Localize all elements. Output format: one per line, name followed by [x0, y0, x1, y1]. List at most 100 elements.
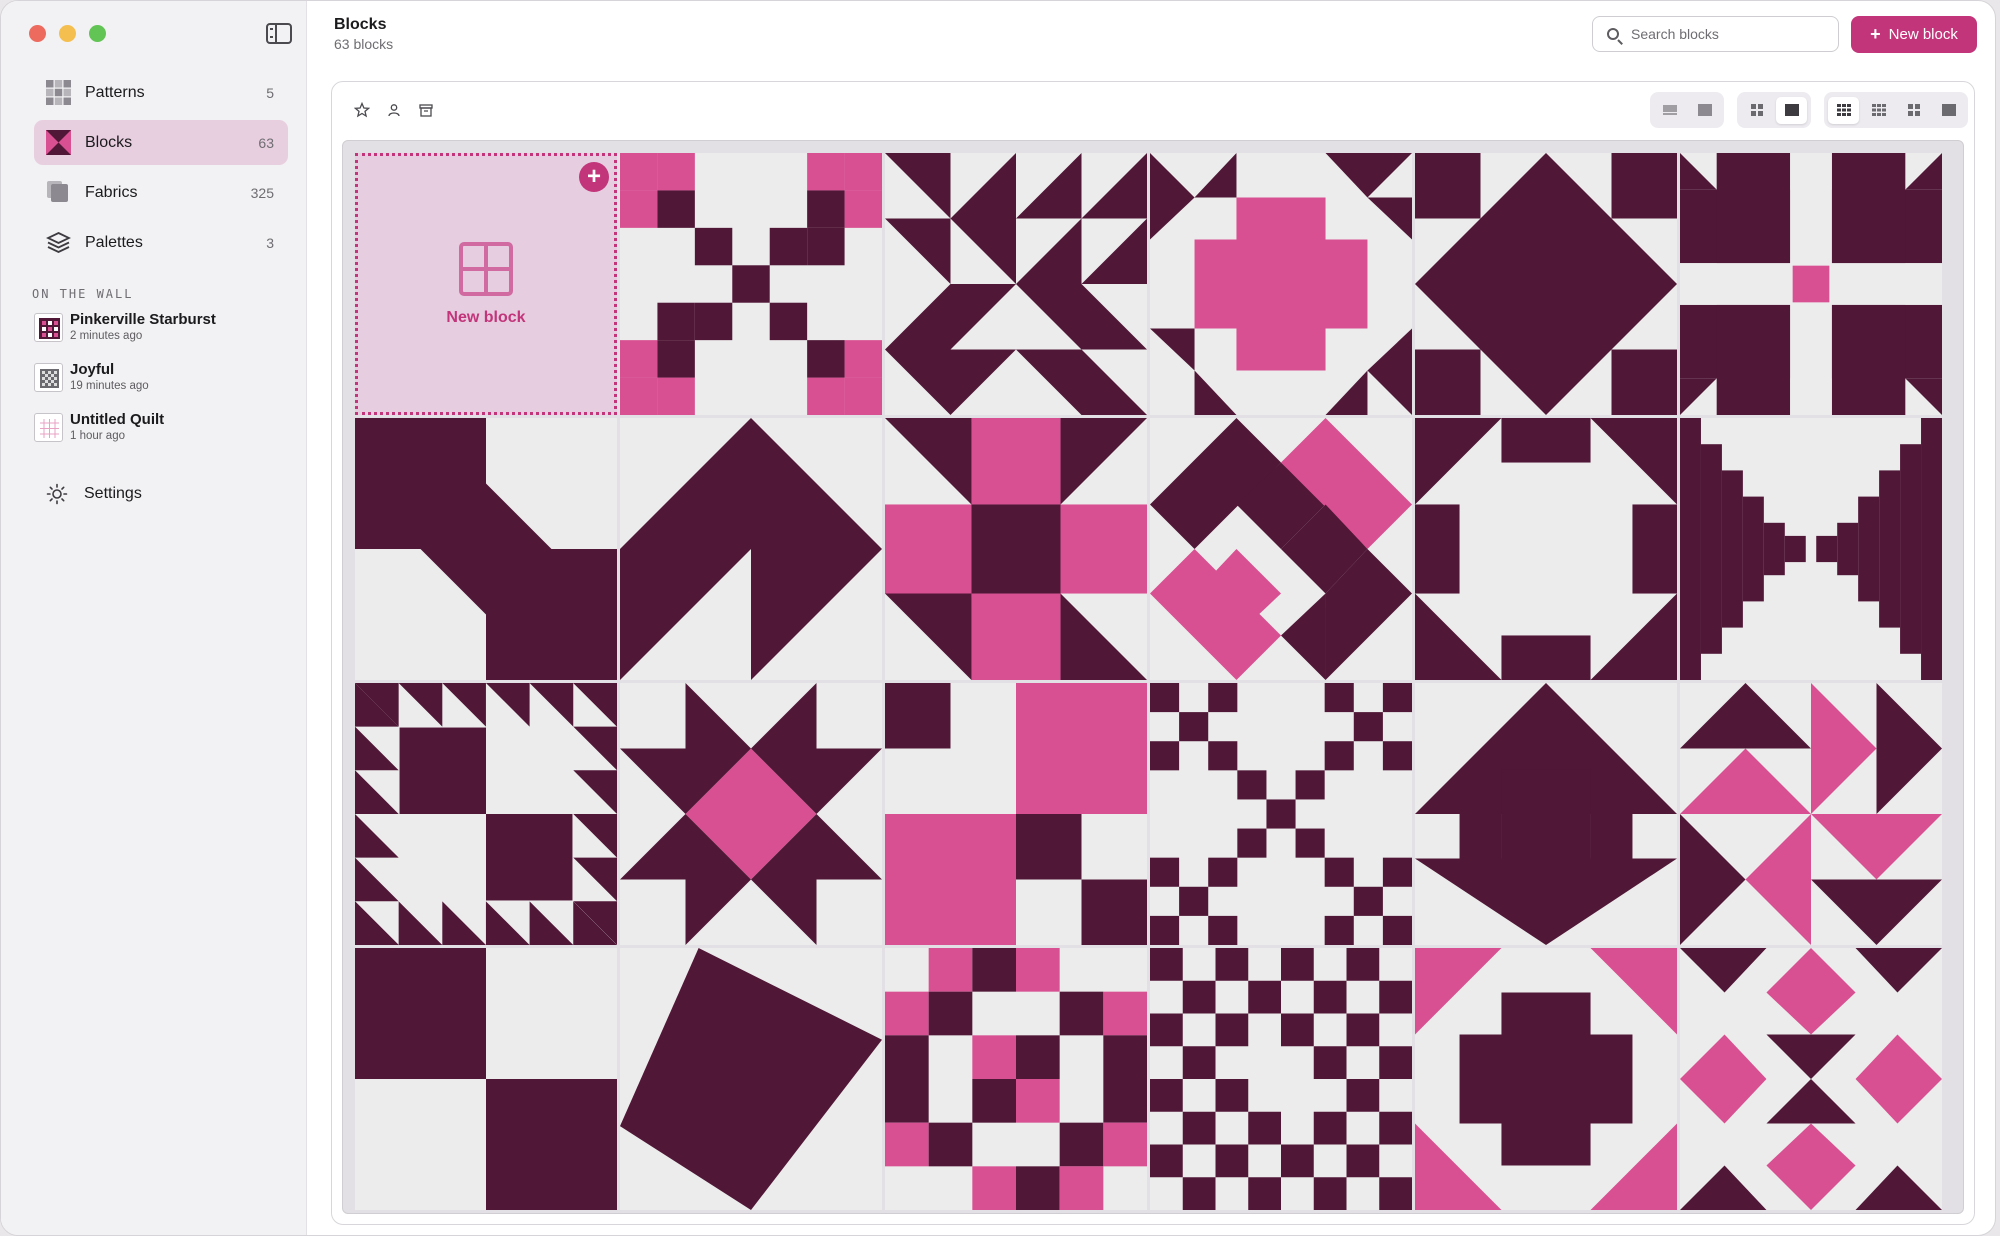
sidebar-item-count: 3	[266, 234, 274, 251]
block-pattern	[1680, 418, 1942, 680]
block-pattern	[1415, 683, 1677, 945]
block-tile-big-four-patch[interactable]	[355, 948, 617, 1210]
block-tile-pink-cross[interactable]	[1150, 153, 1412, 415]
sidebar-item-fabrics[interactable]: Fabrics 325	[34, 170, 288, 215]
block-pattern	[885, 683, 1147, 945]
quilt-thumbnail	[34, 363, 63, 392]
block-tile-pinwheel-triangles[interactable]	[1680, 683, 1942, 945]
columns-4-button[interactable]	[1898, 97, 1929, 124]
blocks-panel: New block +	[331, 81, 1975, 1225]
column-count-toggle	[1824, 92, 1968, 128]
gear-icon	[46, 483, 68, 505]
block-pattern	[885, 418, 1147, 680]
block-tile-pink-checker[interactable]	[885, 948, 1147, 1210]
columns-1-button[interactable]	[1933, 97, 1964, 124]
archive-icon[interactable]	[418, 102, 434, 118]
block-tile-woven-star[interactable]	[1150, 948, 1412, 1210]
block-pattern	[355, 683, 617, 945]
person-icon[interactable]	[386, 102, 402, 118]
blocks-grid-container: New block +	[342, 140, 1964, 1214]
new-block-tile-label: New block	[446, 309, 526, 326]
sidebar-item-blocks[interactable]: Blocks 63	[34, 120, 288, 165]
quilt-thumbnail	[34, 413, 63, 442]
sidebar-item-patterns[interactable]: Patterns 5	[34, 70, 288, 115]
columns-5-button[interactable]	[1863, 97, 1894, 124]
block-pattern	[1150, 683, 1412, 945]
grid-four-button[interactable]	[1741, 97, 1772, 124]
block-pattern	[355, 418, 617, 680]
block-tile-nine-patch-chain[interactable]	[1150, 683, 1412, 945]
block-tile-arrow-cross[interactable]	[1415, 683, 1677, 945]
block-pattern	[1415, 153, 1677, 415]
new-block-button[interactable]: + New block	[1851, 16, 1977, 53]
block-tile-cross-star[interactable]	[885, 418, 1147, 680]
block-tile-hourglass[interactable]	[620, 418, 882, 680]
sidebar-item-count: 5	[266, 84, 274, 101]
blocks-icon	[46, 130, 71, 155]
grid-single-button[interactable]	[1776, 96, 1807, 124]
block-tile-log-steps[interactable]	[1680, 418, 1942, 680]
close-button[interactable]	[29, 25, 46, 42]
new-block-label: New block	[1888, 26, 1958, 43]
sidebar-toggle-icon[interactable]	[266, 23, 292, 44]
star-icon[interactable]	[354, 102, 370, 118]
quilt-time: 2 minutes ago	[70, 330, 143, 342]
block-pattern	[1150, 418, 1412, 680]
block-tile-swallow[interactable]	[620, 948, 882, 1210]
tile-size-toggle	[1650, 92, 1724, 128]
block-pattern	[1680, 153, 1942, 415]
block-tile-pink-chain[interactable]	[1150, 418, 1412, 680]
block-tile-pink-diamond-star[interactable]	[620, 683, 882, 945]
quilt-name: Pinkerville Starburst	[70, 311, 216, 328]
page-title: Blocks	[334, 16, 387, 33]
block-pattern	[1415, 948, 1677, 1210]
block-pattern	[1150, 153, 1412, 415]
section-label-on-the-wall: ON THE WALL	[32, 287, 134, 301]
block-tile-lemoyne-star[interactable]	[885, 153, 1147, 415]
sidebar: Patterns 5 Blocks 63 Fabrics 325 Palette…	[1, 1, 307, 1235]
block-tile-pink-diamond-ring[interactable]	[1680, 948, 1942, 1210]
block-tile-bear-paw[interactable]	[1680, 153, 1942, 415]
on-the-wall-list: Pinkerville Starburst 2 minutes ago Joyf…	[34, 310, 294, 460]
plus-icon[interactable]: +	[579, 162, 609, 192]
sidebar-item-label: Palettes	[85, 233, 143, 251]
block-pattern	[1150, 948, 1412, 1210]
columns-6-button[interactable]	[1828, 96, 1859, 124]
block-tile-diamond-square[interactable]	[1415, 153, 1677, 415]
block-grid-icon	[459, 242, 513, 296]
sidebar-item-palettes[interactable]: Palettes 3	[34, 220, 288, 265]
wall-item[interactable]: Joyful 19 minutes ago	[34, 360, 294, 410]
block-pattern	[1680, 683, 1942, 945]
palettes-icon	[46, 232, 71, 253]
block-tile-pink-corner-cross[interactable]	[1415, 948, 1677, 1210]
block-tile-four-patch[interactable]	[885, 683, 1147, 945]
small-tile-button[interactable]	[1654, 97, 1685, 124]
block-pattern	[885, 948, 1147, 1210]
quilt-thumbnail	[34, 313, 63, 342]
quilt-time: 19 minutes ago	[70, 380, 149, 392]
sidebar-nav: Patterns 5 Blocks 63 Fabrics 325 Palette…	[34, 70, 288, 270]
block-pattern	[620, 948, 882, 1210]
plus-icon: +	[1870, 24, 1881, 44]
fabrics-icon	[47, 181, 68, 202]
block-tile-octagon[interactable]	[1415, 418, 1677, 680]
settings-button[interactable]: Settings	[46, 483, 142, 505]
block-tile-sawtooth-star[interactable]	[355, 683, 617, 945]
zoom-button[interactable]	[89, 25, 106, 42]
wall-item[interactable]: Pinkerville Starburst 2 minutes ago	[34, 310, 294, 360]
new-block-tile[interactable]: New block +	[355, 153, 617, 415]
settings-label: Settings	[84, 485, 142, 502]
block-tile-pinwheel-nine[interactable]	[620, 153, 882, 415]
grid-layout-toggle	[1737, 92, 1811, 128]
block-pattern	[885, 153, 1147, 415]
patterns-icon	[46, 80, 71, 105]
large-tile-button[interactable]	[1689, 97, 1720, 124]
search-input[interactable]: Search blocks	[1592, 16, 1839, 52]
quilt-time: 1 hour ago	[70, 430, 125, 442]
page-subtitle: 63 blocks	[334, 36, 394, 52]
block-tile-bent-corner[interactable]	[355, 418, 617, 680]
minimize-button[interactable]	[59, 25, 76, 42]
search-icon	[1607, 28, 1619, 40]
app-window: Patterns 5 Blocks 63 Fabrics 325 Palette…	[0, 0, 1996, 1236]
wall-item[interactable]: Untitled Quilt 1 hour ago	[34, 410, 294, 460]
